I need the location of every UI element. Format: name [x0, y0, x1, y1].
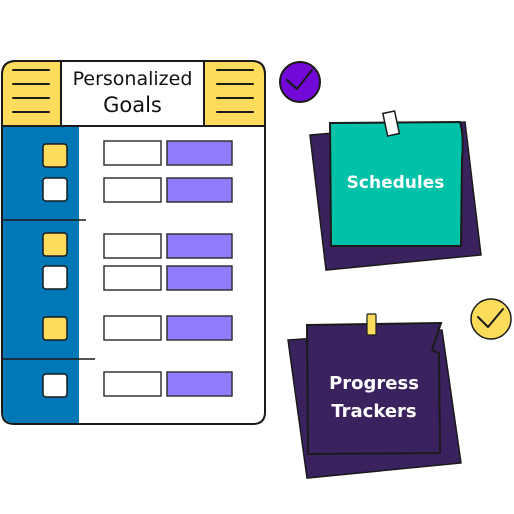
text-field[interactable] — [103, 177, 162, 203]
checkbox[interactable] — [42, 316, 68, 341]
card-title-line2: Goals — [103, 93, 162, 117]
text-field[interactable] — [103, 265, 162, 291]
progress-field[interactable] — [166, 265, 233, 291]
checkbox[interactable] — [42, 373, 68, 398]
progress-field[interactable] — [166, 315, 233, 341]
progress-field[interactable] — [166, 233, 233, 259]
text-field[interactable] — [103, 371, 162, 397]
progress-label-line1: Progress — [329, 373, 419, 394]
text-field[interactable] — [103, 315, 162, 341]
checkbox[interactable] — [42, 177, 68, 202]
schedules-label: Schedules — [346, 173, 445, 193]
text-field[interactable] — [103, 233, 162, 259]
checkbox[interactable] — [42, 143, 68, 168]
progress-label-line2: Trackers — [331, 401, 417, 422]
tape-icon — [366, 313, 377, 336]
check-circle-icon — [279, 61, 321, 103]
progress-field[interactable] — [166, 140, 233, 166]
checkbox[interactable] — [42, 232, 68, 257]
text-field[interactable] — [103, 140, 162, 166]
progress-field[interactable] — [166, 177, 233, 203]
progress-field[interactable] — [166, 371, 233, 397]
checkbox[interactable] — [42, 265, 68, 290]
check-circle-icon — [470, 298, 512, 340]
card-title-line1: Personalized — [72, 68, 193, 90]
